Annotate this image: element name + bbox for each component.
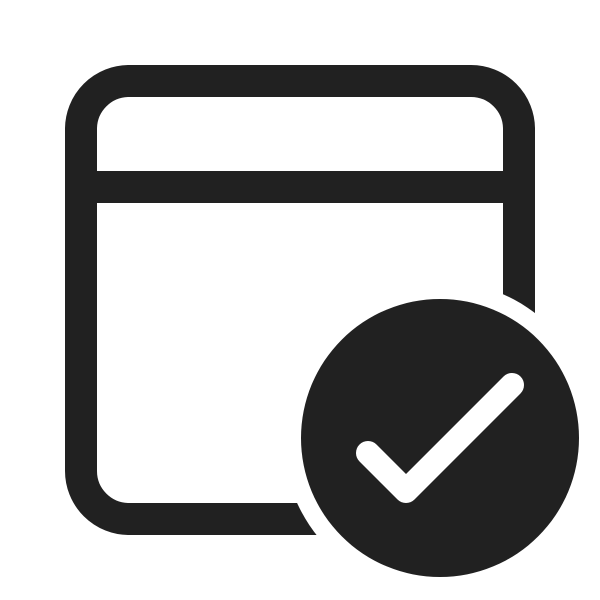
window-checkmark-icon — [65, 65, 579, 577]
icon-canvas — [0, 0, 600, 600]
badge-circle — [301, 299, 579, 577]
checkmark-badge — [301, 299, 579, 577]
